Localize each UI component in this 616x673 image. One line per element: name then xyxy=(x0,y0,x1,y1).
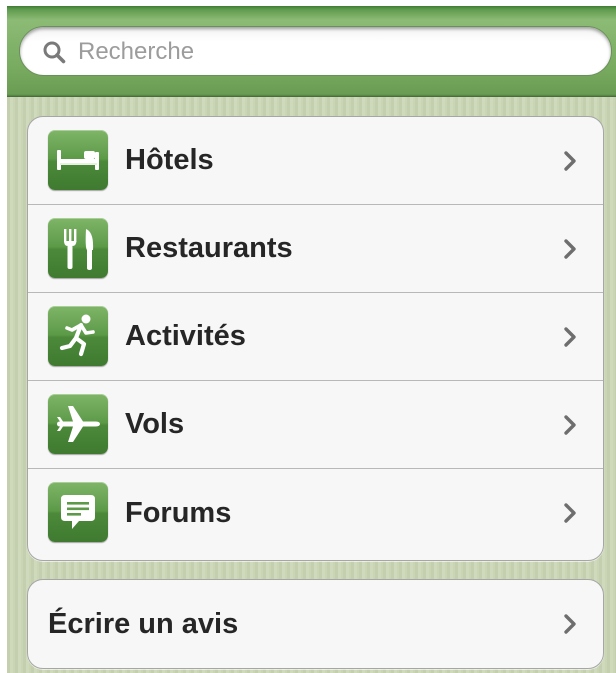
search-input[interactable]: Recherche xyxy=(19,26,612,76)
app-screen: Recherche Hôtels Restaurants Activités V… xyxy=(7,6,616,673)
category-list: Hôtels Restaurants Activités Vols Forums xyxy=(27,116,604,561)
list-item-label: Activités xyxy=(125,320,246,352)
write-review-label: Écrire un avis xyxy=(48,607,239,640)
list-item-hotels[interactable]: Hôtels xyxy=(28,117,603,205)
write-review-group: Écrire un avis xyxy=(27,579,604,669)
search-header-bar: Recherche xyxy=(7,6,616,97)
list-item-flights[interactable]: Vols xyxy=(28,381,603,469)
speech-bubble-icon xyxy=(48,482,108,542)
chevron-right-icon xyxy=(564,238,576,259)
chevron-right-icon xyxy=(564,326,576,347)
bed-icon xyxy=(48,130,108,190)
list-item-activities[interactable]: Activités xyxy=(28,293,603,381)
list-item-forums[interactable]: Forums xyxy=(28,469,603,557)
search-icon xyxy=(43,41,66,64)
chevron-right-icon xyxy=(564,614,576,634)
write-review-button[interactable]: Écrire un avis xyxy=(28,580,603,668)
list-item-label: Forums xyxy=(125,496,232,529)
fork-knife-icon xyxy=(48,218,108,278)
chevron-right-icon xyxy=(564,150,576,171)
list-item-label: Restaurants xyxy=(125,232,293,264)
search-placeholder: Recherche xyxy=(78,38,195,65)
airplane-icon xyxy=(48,394,108,454)
list-item-restaurants[interactable]: Restaurants xyxy=(28,205,603,293)
chevron-right-icon xyxy=(564,503,576,523)
list-item-label: Hôtels xyxy=(125,144,214,176)
running-person-icon xyxy=(48,306,108,366)
list-item-label: Vols xyxy=(125,408,185,440)
chevron-right-icon xyxy=(564,414,576,435)
